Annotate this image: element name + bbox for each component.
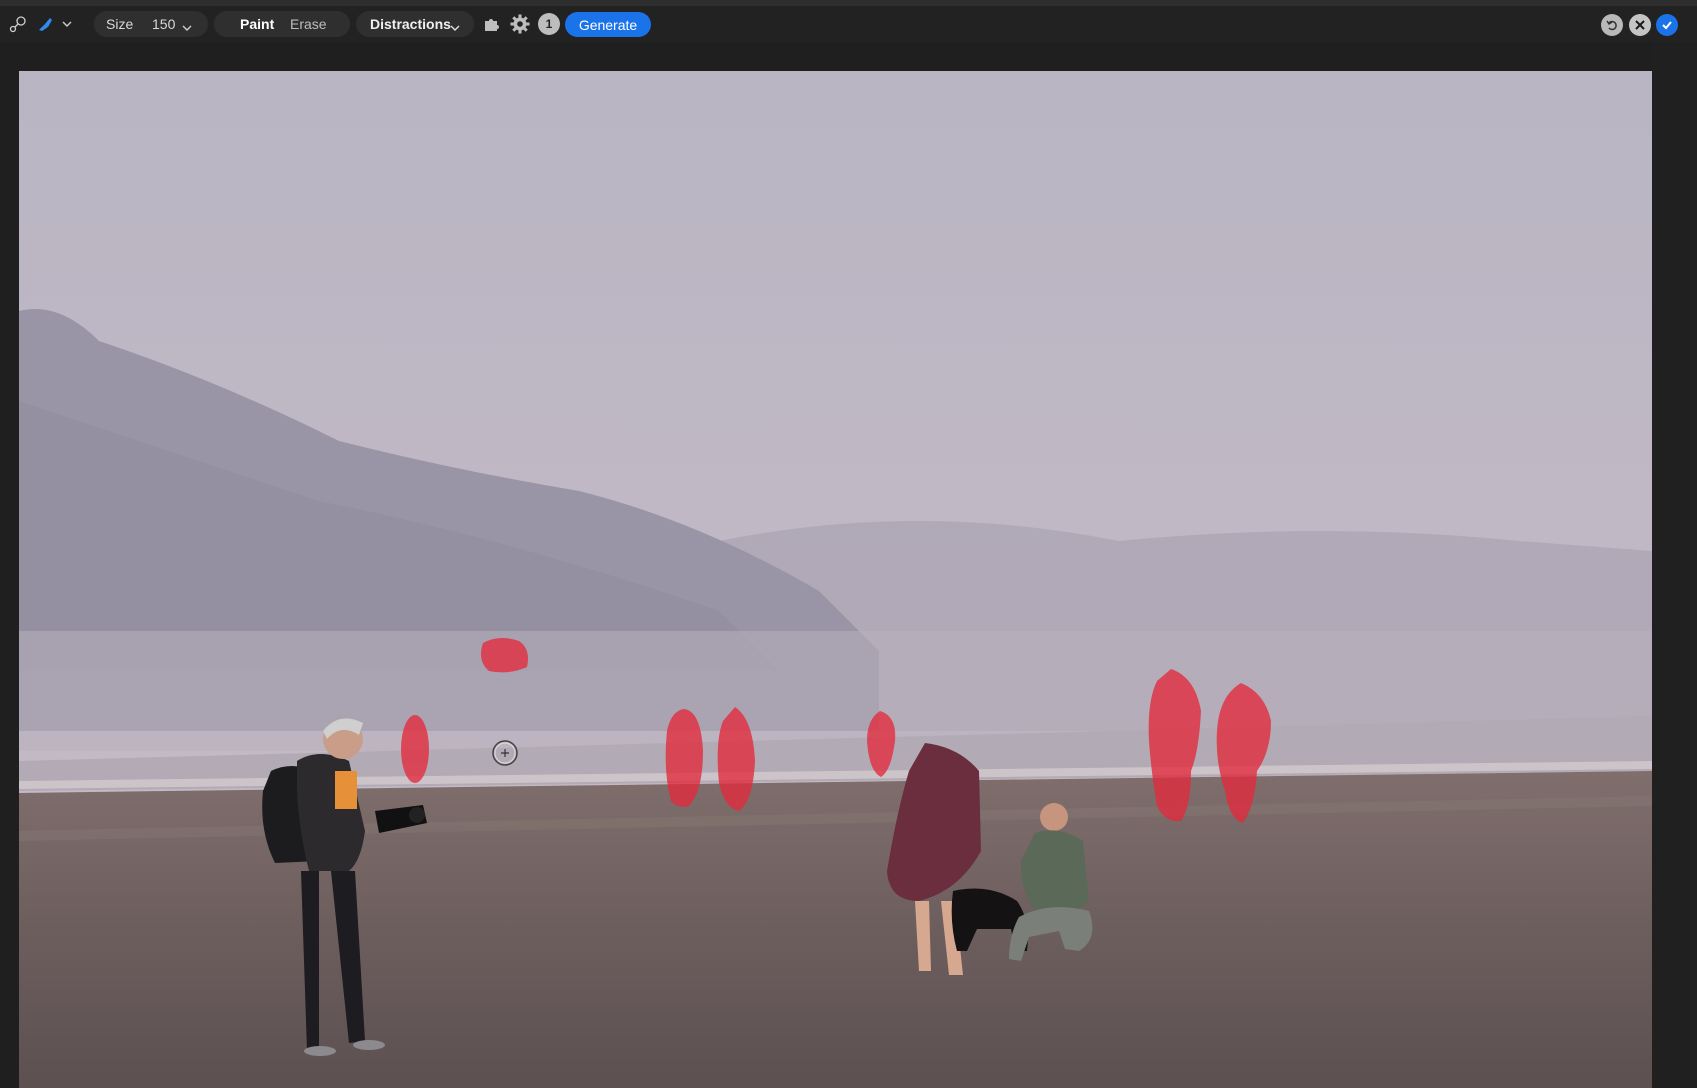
size-label: Size — [106, 16, 134, 32]
undo-icon[interactable] — [1601, 14, 1623, 36]
brush-size-control[interactable]: Size 150 — [94, 11, 208, 37]
generate-button[interactable]: Generate — [565, 12, 651, 37]
size-value[interactable]: 150 — [152, 16, 175, 32]
mode-select[interactable]: Distractions — [356, 11, 474, 37]
paint-erase-toggle: Paint Erase — [214, 11, 350, 37]
chevron-down-icon[interactable] — [60, 16, 74, 32]
paint-button[interactable]: Paint — [240, 16, 274, 32]
gear-icon[interactable] — [509, 13, 531, 35]
size-chevron-icon[interactable] — [182, 19, 192, 37]
photo-image — [19, 71, 1652, 1088]
erase-button[interactable]: Erase — [290, 16, 327, 32]
close-icon[interactable] — [1629, 14, 1651, 36]
check-icon[interactable] — [1656, 14, 1678, 36]
puzzle-icon[interactable] — [482, 14, 502, 34]
mode-chevron-icon — [450, 19, 460, 37]
brush-icon[interactable] — [34, 14, 56, 34]
info-badge[interactable]: 1 — [538, 13, 560, 35]
mode-select-value: Distractions — [370, 16, 451, 32]
toolbar: Size 150 Paint Erase Distractions 1 Gene… — [0, 6, 1697, 42]
photo-canvas[interactable] — [19, 71, 1652, 1088]
right-gutter — [1652, 42, 1697, 1088]
lasso-icon[interactable] — [8, 14, 28, 34]
